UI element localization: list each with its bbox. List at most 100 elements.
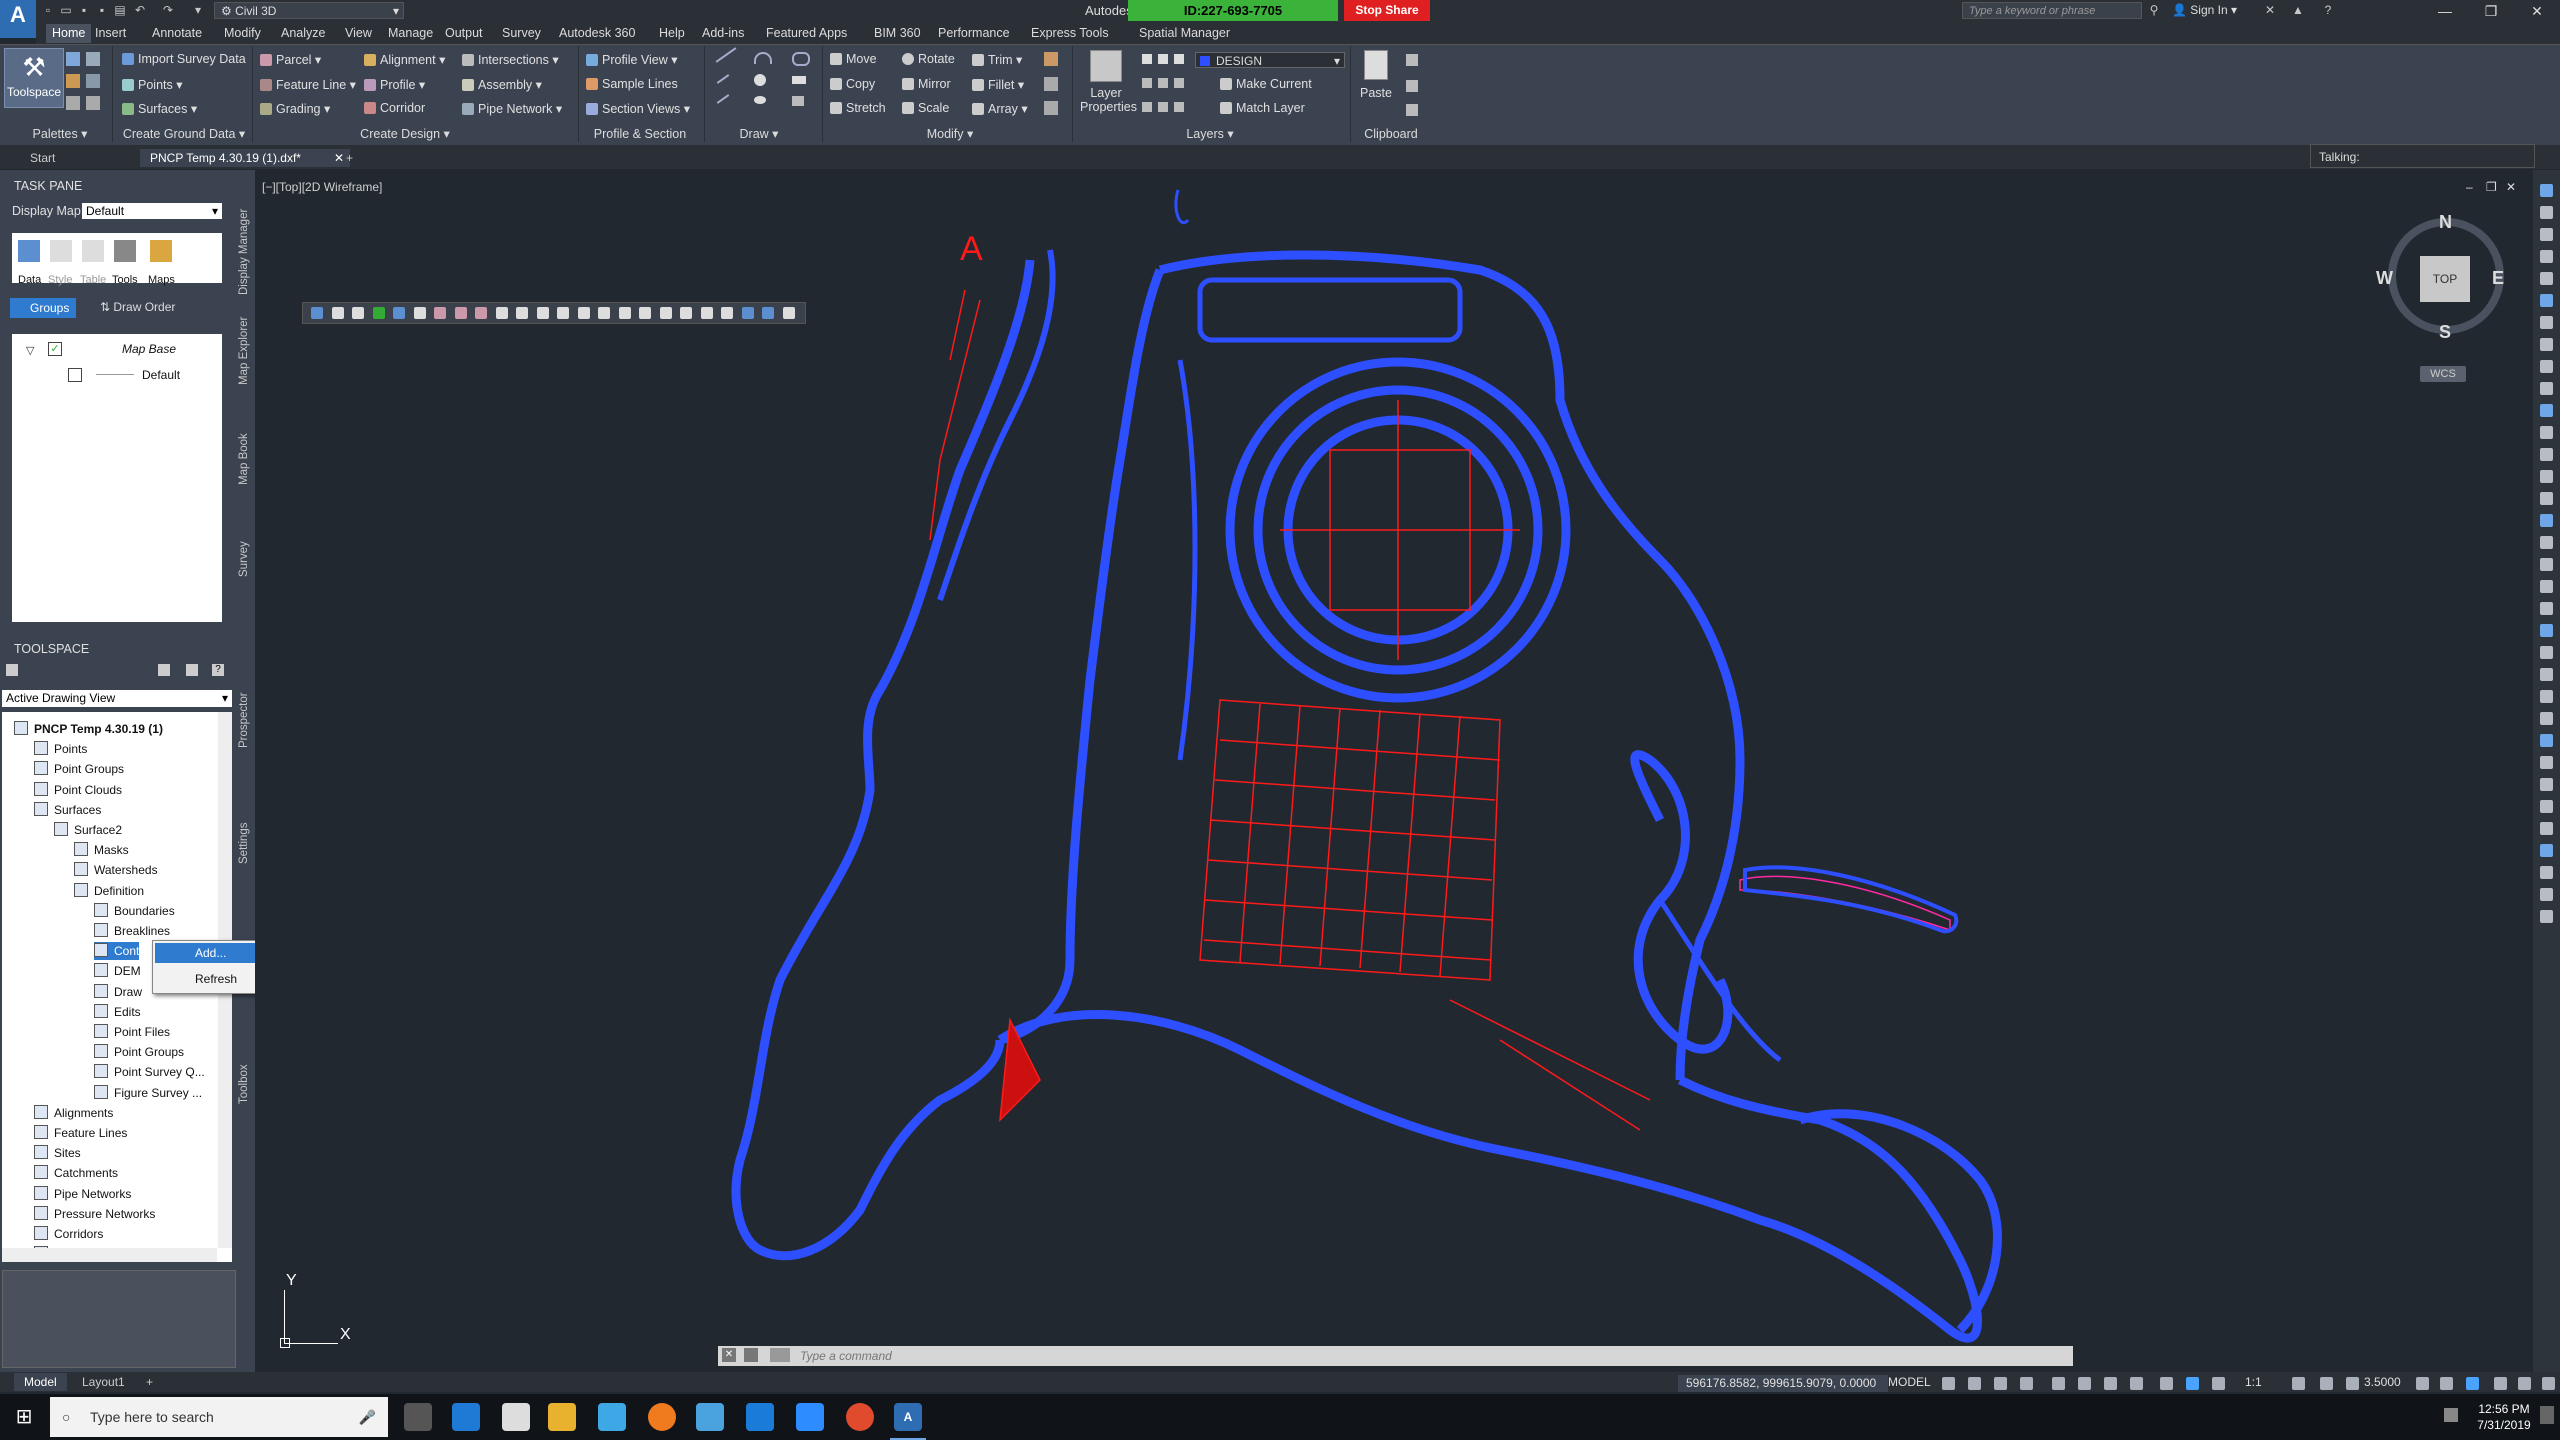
right-toolbar-icon[interactable] bbox=[2540, 668, 2553, 681]
corridor-button[interactable]: Corridor bbox=[364, 101, 425, 115]
civil3d-taskbar-icon[interactable]: A bbox=[894, 1403, 922, 1431]
tab-model[interactable]: Model bbox=[14, 1373, 67, 1391]
table-icon[interactable] bbox=[82, 240, 104, 262]
help-icon[interactable]: ? bbox=[212, 664, 224, 676]
tree-item[interactable]: Figure Survey ... bbox=[94, 1084, 202, 1102]
right-toolbar-icon[interactable] bbox=[2540, 272, 2553, 285]
collapse-icon[interactable]: ▽ bbox=[26, 344, 34, 357]
tab-express-tools[interactable]: Express Tools bbox=[1025, 24, 1115, 43]
customize-command-icon[interactable] bbox=[744, 1348, 758, 1362]
toolspace-button[interactable]: ⚒ Toolspace bbox=[4, 48, 64, 108]
zoom-icon[interactable] bbox=[796, 1403, 824, 1431]
right-toolbar-icon[interactable] bbox=[2540, 822, 2553, 835]
tab-survey[interactable]: Survey bbox=[238, 541, 250, 577]
new-tab-button[interactable]: + bbox=[336, 149, 363, 167]
status-bar-icon[interactable] bbox=[2466, 1377, 2479, 1390]
system-clock[interactable]: 12:56 PM 7/31/2019 bbox=[2474, 1401, 2534, 1433]
compass-north[interactable]: N bbox=[2439, 212, 2452, 233]
tool-palettes-icon[interactable] bbox=[86, 74, 100, 88]
status-bar-icon[interactable] bbox=[2494, 1377, 2507, 1390]
tab-map-book[interactable]: Map Book bbox=[238, 433, 250, 485]
redo-icon[interactable]: ↷ bbox=[160, 2, 176, 18]
map-base-checkbox[interactable]: ✓ bbox=[48, 342, 62, 356]
exchange-icon[interactable]: ✕ bbox=[2262, 2, 2278, 18]
mail-icon[interactable] bbox=[502, 1403, 530, 1431]
taskbar-search-input[interactable]: ○ Type here to search 🎤 bbox=[50, 1397, 388, 1437]
print-icon[interactable]: ▤ bbox=[112, 2, 128, 18]
status-bar-icon[interactable] bbox=[1968, 1377, 1981, 1390]
viewcube-top-face[interactable]: TOP bbox=[2420, 256, 2470, 302]
a360-icon[interactable]: ▲ bbox=[2290, 2, 2306, 18]
right-toolbar-icon[interactable] bbox=[2540, 690, 2553, 703]
tab-performance[interactable]: Performance bbox=[932, 24, 1016, 43]
right-toolbar-icon[interactable] bbox=[2540, 360, 2553, 373]
file-explorer-icon[interactable] bbox=[548, 1403, 576, 1431]
explode-icon[interactable] bbox=[1044, 77, 1058, 91]
tree-item[interactable]: Masks bbox=[74, 841, 129, 859]
task-view-icon[interactable] bbox=[404, 1403, 432, 1431]
parcel-button[interactable]: Parcel ▾ bbox=[260, 52, 321, 67]
add-layout-button[interactable]: + bbox=[136, 1373, 163, 1391]
right-toolbar-icon[interactable] bbox=[2540, 602, 2553, 615]
draw-tools[interactable] bbox=[712, 47, 822, 120]
tree-item[interactable]: Catchments bbox=[34, 1164, 118, 1182]
tree-item[interactable]: Sites bbox=[34, 1144, 81, 1162]
draw-panel-title[interactable]: Draw ▾ bbox=[724, 125, 794, 143]
stretch-button[interactable]: Stretch bbox=[830, 101, 886, 115]
minimize-button[interactable]: — bbox=[2422, 0, 2468, 22]
new-icon[interactable]: ▫ bbox=[40, 2, 56, 18]
array-button[interactable]: Array ▾ bbox=[972, 101, 1028, 116]
save-icon[interactable]: ▪ bbox=[76, 2, 92, 18]
tab-bim-360[interactable]: BIM 360 bbox=[868, 24, 927, 43]
tree-horizontal-scrollbar[interactable] bbox=[2, 1248, 217, 1262]
copy-button[interactable]: Copy bbox=[830, 77, 875, 91]
binoculars-icon[interactable]: ⚲ bbox=[2146, 2, 2162, 18]
tab-layout1[interactable]: Layout1 bbox=[72, 1373, 135, 1391]
right-toolbar-icon[interactable] bbox=[2540, 844, 2553, 857]
tree-item[interactable]: Point Groups bbox=[94, 1043, 184, 1061]
tab-annotate[interactable]: Annotate bbox=[146, 24, 208, 43]
tree-item[interactable]: Point Survey Q... bbox=[94, 1063, 205, 1081]
item-view-icon[interactable] bbox=[158, 664, 170, 676]
open-icon[interactable]: ▭ bbox=[58, 2, 74, 18]
tab-analyze[interactable]: Analyze bbox=[275, 24, 331, 43]
tools-icon[interactable] bbox=[114, 240, 136, 262]
status-bar-icon[interactable] bbox=[2130, 1377, 2143, 1390]
tree-item[interactable]: Breaklines bbox=[94, 922, 170, 940]
tab-help[interactable]: Help bbox=[653, 24, 691, 43]
right-toolbar-icon[interactable] bbox=[2540, 448, 2553, 461]
display-map-select[interactable]: Default ▾ bbox=[82, 203, 222, 219]
markup-icon[interactable] bbox=[66, 96, 80, 110]
tab-add-ins[interactable]: Add-ins bbox=[696, 24, 750, 43]
right-toolbar-icon[interactable] bbox=[2540, 492, 2553, 505]
tree-item[interactable]: Draw bbox=[94, 983, 142, 1001]
palettes-panel-title[interactable]: Palettes ▾ bbox=[10, 125, 110, 143]
assembly-button[interactable]: Assembly ▾ bbox=[462, 77, 542, 92]
erase-icon[interactable] bbox=[1044, 52, 1058, 66]
right-toolbar-icon[interactable] bbox=[2540, 470, 2553, 483]
notifications-icon[interactable] bbox=[2540, 1406, 2554, 1424]
tab-start[interactable]: Start bbox=[20, 149, 65, 167]
tree-item[interactable]: Corridors bbox=[34, 1225, 103, 1243]
tab-view[interactable]: View bbox=[339, 24, 378, 43]
layers-panel-title[interactable]: Layers ▾ bbox=[1160, 125, 1260, 143]
section-views-button[interactable]: Section Views ▾ bbox=[586, 101, 690, 116]
tree-item[interactable]: Surface2 bbox=[54, 821, 122, 839]
right-toolbar-icon[interactable] bbox=[2540, 536, 2553, 549]
status-bar-icon[interactable] bbox=[2518, 1377, 2531, 1390]
cut-icon[interactable] bbox=[1406, 54, 1418, 66]
viewport-minimize-icon[interactable]: – bbox=[2466, 180, 2473, 194]
right-toolbar-icon[interactable] bbox=[2540, 646, 2553, 659]
sheet-set-icon[interactable] bbox=[86, 96, 100, 110]
tab-active-drawing[interactable]: PNCP Temp 4.30.19 (1).dxf* ✕ bbox=[140, 149, 350, 167]
layer-manager-icon[interactable] bbox=[86, 52, 100, 66]
status-bar-icon[interactable] bbox=[2186, 1377, 2199, 1390]
sample-lines-button[interactable]: Sample Lines bbox=[586, 77, 678, 91]
tree-item[interactable]: Point Groups bbox=[34, 760, 124, 778]
sign-in-button[interactable]: 👤 Sign In ▾ bbox=[2172, 3, 2237, 17]
help-icon[interactable]: ? bbox=[2320, 2, 2336, 18]
tab-output[interactable]: Output bbox=[439, 24, 489, 43]
right-toolbar-icon[interactable] bbox=[2540, 712, 2553, 725]
status-bar-icon[interactable] bbox=[2320, 1377, 2333, 1390]
import-survey-data-button[interactable]: Import Survey Data bbox=[122, 52, 246, 66]
